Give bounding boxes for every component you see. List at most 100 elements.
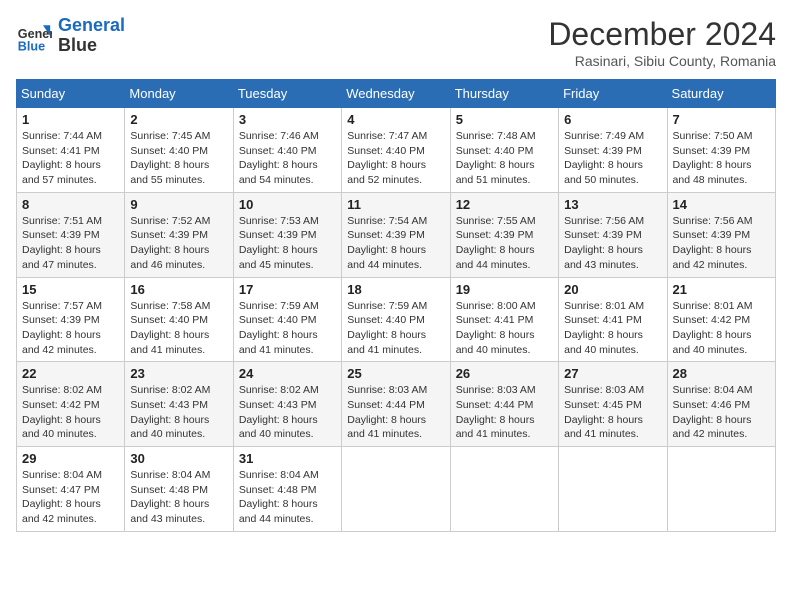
day-detail: Sunrise: 8:01 AMSunset: 4:42 PMDaylight:… bbox=[673, 299, 770, 358]
logo-icon: General Blue bbox=[16, 18, 52, 54]
calendar-cell: 3 Sunrise: 7:46 AMSunset: 4:40 PMDayligh… bbox=[233, 108, 341, 193]
calendar-cell: 6 Sunrise: 7:49 AMSunset: 4:39 PMDayligh… bbox=[559, 108, 667, 193]
day-number: 11 bbox=[347, 197, 444, 212]
calendar-cell bbox=[667, 447, 775, 532]
calendar-cell: 2 Sunrise: 7:45 AMSunset: 4:40 PMDayligh… bbox=[125, 108, 233, 193]
day-number: 12 bbox=[456, 197, 553, 212]
day-detail: Sunrise: 7:53 AMSunset: 4:39 PMDaylight:… bbox=[239, 214, 336, 273]
calendar-cell bbox=[342, 447, 450, 532]
day-detail: Sunrise: 8:04 AMSunset: 4:46 PMDaylight:… bbox=[673, 383, 770, 442]
calendar-cell: 19 Sunrise: 8:00 AMSunset: 4:41 PMDaylig… bbox=[450, 277, 558, 362]
logo-text: GeneralBlue bbox=[58, 16, 125, 56]
calendar-week-4: 22 Sunrise: 8:02 AMSunset: 4:42 PMDaylig… bbox=[17, 362, 776, 447]
calendar-weekday-tuesday: Tuesday bbox=[233, 80, 341, 108]
day-detail: Sunrise: 7:56 AMSunset: 4:39 PMDaylight:… bbox=[564, 214, 661, 273]
day-detail: Sunrise: 8:03 AMSunset: 4:44 PMDaylight:… bbox=[456, 383, 553, 442]
calendar-weekday-friday: Friday bbox=[559, 80, 667, 108]
day-number: 28 bbox=[673, 366, 770, 381]
day-detail: Sunrise: 8:03 AMSunset: 4:44 PMDaylight:… bbox=[347, 383, 444, 442]
day-number: 25 bbox=[347, 366, 444, 381]
calendar-cell: 29 Sunrise: 8:04 AMSunset: 4:47 PMDaylig… bbox=[17, 447, 125, 532]
day-detail: Sunrise: 7:45 AMSunset: 4:40 PMDaylight:… bbox=[130, 129, 227, 188]
day-number: 2 bbox=[130, 112, 227, 127]
day-number: 27 bbox=[564, 366, 661, 381]
day-detail: Sunrise: 8:04 AMSunset: 4:47 PMDaylight:… bbox=[22, 468, 119, 527]
calendar-cell: 23 Sunrise: 8:02 AMSunset: 4:43 PMDaylig… bbox=[125, 362, 233, 447]
day-number: 26 bbox=[456, 366, 553, 381]
calendar-cell: 30 Sunrise: 8:04 AMSunset: 4:48 PMDaylig… bbox=[125, 447, 233, 532]
calendar-cell: 16 Sunrise: 7:58 AMSunset: 4:40 PMDaylig… bbox=[125, 277, 233, 362]
calendar-weekday-saturday: Saturday bbox=[667, 80, 775, 108]
calendar-cell: 21 Sunrise: 8:01 AMSunset: 4:42 PMDaylig… bbox=[667, 277, 775, 362]
calendar-cell: 1 Sunrise: 7:44 AMSunset: 4:41 PMDayligh… bbox=[17, 108, 125, 193]
day-detail: Sunrise: 7:56 AMSunset: 4:39 PMDaylight:… bbox=[673, 214, 770, 273]
calendar-cell: 27 Sunrise: 8:03 AMSunset: 4:45 PMDaylig… bbox=[559, 362, 667, 447]
day-detail: Sunrise: 8:02 AMSunset: 4:42 PMDaylight:… bbox=[22, 383, 119, 442]
day-detail: Sunrise: 8:04 AMSunset: 4:48 PMDaylight:… bbox=[239, 468, 336, 527]
calendar-cell: 14 Sunrise: 7:56 AMSunset: 4:39 PMDaylig… bbox=[667, 192, 775, 277]
calendar-cell: 24 Sunrise: 8:02 AMSunset: 4:43 PMDaylig… bbox=[233, 362, 341, 447]
day-detail: Sunrise: 8:04 AMSunset: 4:48 PMDaylight:… bbox=[130, 468, 227, 527]
day-detail: Sunrise: 8:00 AMSunset: 4:41 PMDaylight:… bbox=[456, 299, 553, 358]
day-number: 31 bbox=[239, 451, 336, 466]
calendar-cell: 18 Sunrise: 7:59 AMSunset: 4:40 PMDaylig… bbox=[342, 277, 450, 362]
day-detail: Sunrise: 7:59 AMSunset: 4:40 PMDaylight:… bbox=[347, 299, 444, 358]
calendar-cell: 7 Sunrise: 7:50 AMSunset: 4:39 PMDayligh… bbox=[667, 108, 775, 193]
day-number: 6 bbox=[564, 112, 661, 127]
day-detail: Sunrise: 7:47 AMSunset: 4:40 PMDaylight:… bbox=[347, 129, 444, 188]
day-number: 4 bbox=[347, 112, 444, 127]
day-detail: Sunrise: 8:02 AMSunset: 4:43 PMDaylight:… bbox=[239, 383, 336, 442]
calendar-cell bbox=[450, 447, 558, 532]
calendar-table: SundayMondayTuesdayWednesdayThursdayFrid… bbox=[16, 79, 776, 532]
day-detail: Sunrise: 8:02 AMSunset: 4:43 PMDaylight:… bbox=[130, 383, 227, 442]
day-number: 17 bbox=[239, 282, 336, 297]
day-detail: Sunrise: 7:55 AMSunset: 4:39 PMDaylight:… bbox=[456, 214, 553, 273]
calendar-cell: 9 Sunrise: 7:52 AMSunset: 4:39 PMDayligh… bbox=[125, 192, 233, 277]
calendar-cell: 22 Sunrise: 8:02 AMSunset: 4:42 PMDaylig… bbox=[17, 362, 125, 447]
calendar-cell bbox=[559, 447, 667, 532]
title-area: December 2024 Rasinari, Sibiu County, Ro… bbox=[548, 16, 776, 69]
calendar-cell: 25 Sunrise: 8:03 AMSunset: 4:44 PMDaylig… bbox=[342, 362, 450, 447]
calendar-week-3: 15 Sunrise: 7:57 AMSunset: 4:39 PMDaylig… bbox=[17, 277, 776, 362]
month-title: December 2024 bbox=[548, 16, 776, 53]
day-detail: Sunrise: 8:01 AMSunset: 4:41 PMDaylight:… bbox=[564, 299, 661, 358]
calendar-body: 1 Sunrise: 7:44 AMSunset: 4:41 PMDayligh… bbox=[17, 108, 776, 532]
day-number: 7 bbox=[673, 112, 770, 127]
day-detail: Sunrise: 7:44 AMSunset: 4:41 PMDaylight:… bbox=[22, 129, 119, 188]
calendar-cell: 5 Sunrise: 7:48 AMSunset: 4:40 PMDayligh… bbox=[450, 108, 558, 193]
day-detail: Sunrise: 7:49 AMSunset: 4:39 PMDaylight:… bbox=[564, 129, 661, 188]
calendar-cell: 8 Sunrise: 7:51 AMSunset: 4:39 PMDayligh… bbox=[17, 192, 125, 277]
calendar-weekday-monday: Monday bbox=[125, 80, 233, 108]
calendar-week-5: 29 Sunrise: 8:04 AMSunset: 4:47 PMDaylig… bbox=[17, 447, 776, 532]
day-number: 18 bbox=[347, 282, 444, 297]
calendar-weekday-wednesday: Wednesday bbox=[342, 80, 450, 108]
calendar-cell: 28 Sunrise: 8:04 AMSunset: 4:46 PMDaylig… bbox=[667, 362, 775, 447]
calendar-cell: 12 Sunrise: 7:55 AMSunset: 4:39 PMDaylig… bbox=[450, 192, 558, 277]
day-detail: Sunrise: 7:54 AMSunset: 4:39 PMDaylight:… bbox=[347, 214, 444, 273]
calendar-cell: 17 Sunrise: 7:59 AMSunset: 4:40 PMDaylig… bbox=[233, 277, 341, 362]
location-subtitle: Rasinari, Sibiu County, Romania bbox=[548, 53, 776, 69]
day-detail: Sunrise: 7:52 AMSunset: 4:39 PMDaylight:… bbox=[130, 214, 227, 273]
day-detail: Sunrise: 7:48 AMSunset: 4:40 PMDaylight:… bbox=[456, 129, 553, 188]
calendar-cell: 31 Sunrise: 8:04 AMSunset: 4:48 PMDaylig… bbox=[233, 447, 341, 532]
day-number: 9 bbox=[130, 197, 227, 212]
calendar-header-row: SundayMondayTuesdayWednesdayThursdayFrid… bbox=[17, 80, 776, 108]
calendar-cell: 15 Sunrise: 7:57 AMSunset: 4:39 PMDaylig… bbox=[17, 277, 125, 362]
day-number: 19 bbox=[456, 282, 553, 297]
day-number: 3 bbox=[239, 112, 336, 127]
calendar-week-2: 8 Sunrise: 7:51 AMSunset: 4:39 PMDayligh… bbox=[17, 192, 776, 277]
calendar-week-1: 1 Sunrise: 7:44 AMSunset: 4:41 PMDayligh… bbox=[17, 108, 776, 193]
calendar-cell: 4 Sunrise: 7:47 AMSunset: 4:40 PMDayligh… bbox=[342, 108, 450, 193]
day-number: 29 bbox=[22, 451, 119, 466]
day-number: 30 bbox=[130, 451, 227, 466]
day-number: 13 bbox=[564, 197, 661, 212]
calendar-cell: 11 Sunrise: 7:54 AMSunset: 4:39 PMDaylig… bbox=[342, 192, 450, 277]
calendar-weekday-thursday: Thursday bbox=[450, 80, 558, 108]
day-number: 15 bbox=[22, 282, 119, 297]
calendar-cell: 20 Sunrise: 8:01 AMSunset: 4:41 PMDaylig… bbox=[559, 277, 667, 362]
day-detail: Sunrise: 7:46 AMSunset: 4:40 PMDaylight:… bbox=[239, 129, 336, 188]
day-number: 1 bbox=[22, 112, 119, 127]
day-number: 8 bbox=[22, 197, 119, 212]
day-number: 10 bbox=[239, 197, 336, 212]
day-number: 16 bbox=[130, 282, 227, 297]
